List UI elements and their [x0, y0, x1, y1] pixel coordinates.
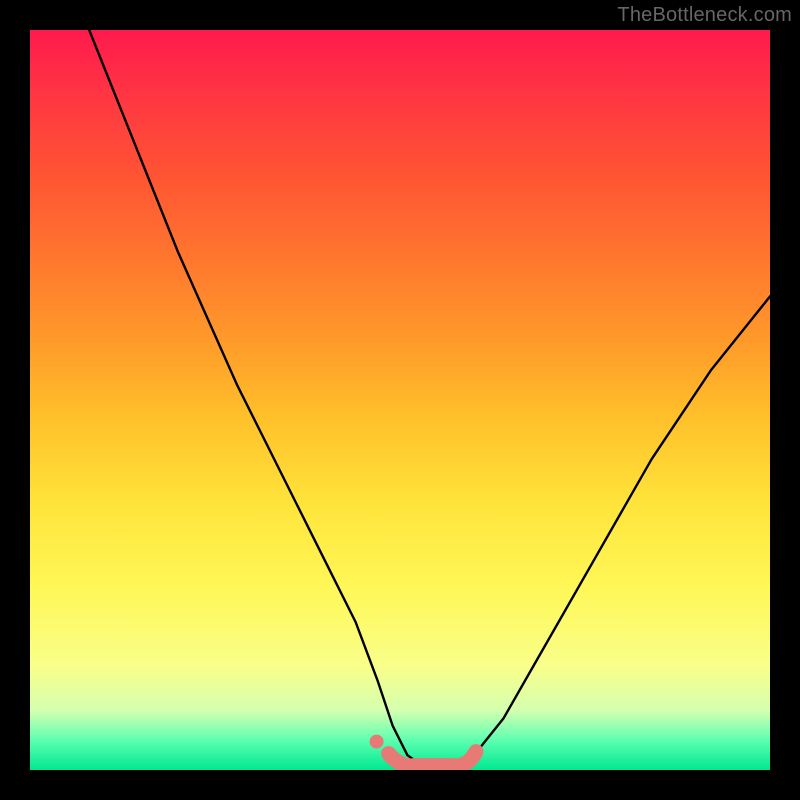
- chart-frame: TheBottleneck.com: [0, 0, 800, 800]
- watermark-text: TheBottleneck.com: [617, 4, 792, 27]
- bottleneck-curve: [89, 30, 770, 766]
- highlight-band-path: [389, 752, 476, 766]
- plot-area: [30, 30, 770, 770]
- highlight-band: [370, 735, 476, 766]
- highlight-dot: [370, 735, 384, 749]
- bottleneck-curve-path: [89, 30, 770, 766]
- curve-layer: [30, 30, 770, 770]
